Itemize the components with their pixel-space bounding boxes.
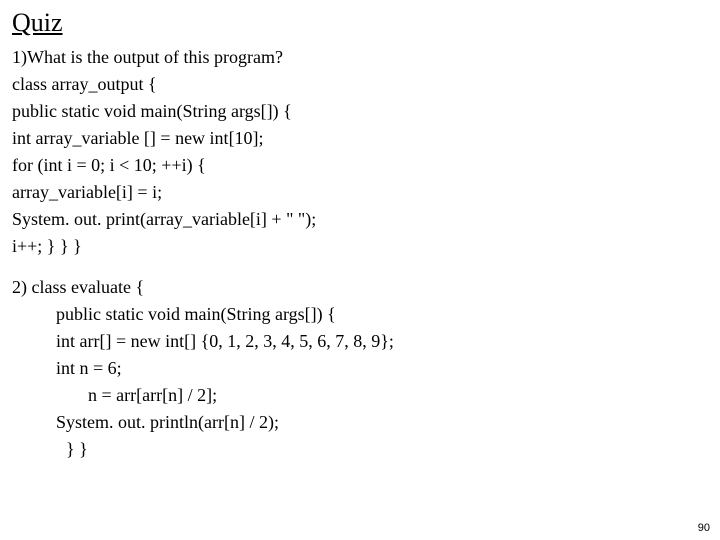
q1-code-line: i++; } } } [12, 233, 708, 260]
question-2: 2) class evaluate { public static void m… [12, 274, 708, 463]
question-1: 1)What is the output of this program? cl… [12, 44, 708, 260]
q2-code-line: } } [12, 436, 708, 463]
page-number: 90 [698, 522, 710, 534]
q2-code-line: n = arr[arr[n] / 2]; [12, 382, 708, 409]
q2-code-line: System. out. println(arr[n] / 2); [12, 409, 708, 436]
q1-code-line: class array_output { [12, 71, 708, 98]
q1-code-line: for (int i = 0; i < 10; ++i) { [12, 152, 708, 179]
page-title: Quiz [12, 8, 708, 38]
q1-code-line: int array_variable [] = new int[10]; [12, 125, 708, 152]
q2-code-line: int n = 6; [12, 355, 708, 382]
q1-code-line: array_variable[i] = i; [12, 179, 708, 206]
q1-prompt: 1)What is the output of this program? [12, 44, 708, 71]
q2-code-line: public static void main(String args[]) { [12, 301, 708, 328]
q1-code-line: System. out. print(array_variable[i] + "… [12, 206, 708, 233]
q1-code-line: public static void main(String args[]) { [12, 98, 708, 125]
q2-code-line: 2) class evaluate { [12, 274, 708, 301]
q2-code-line: int arr[] = new int[] {0, 1, 2, 3, 4, 5,… [12, 328, 708, 355]
